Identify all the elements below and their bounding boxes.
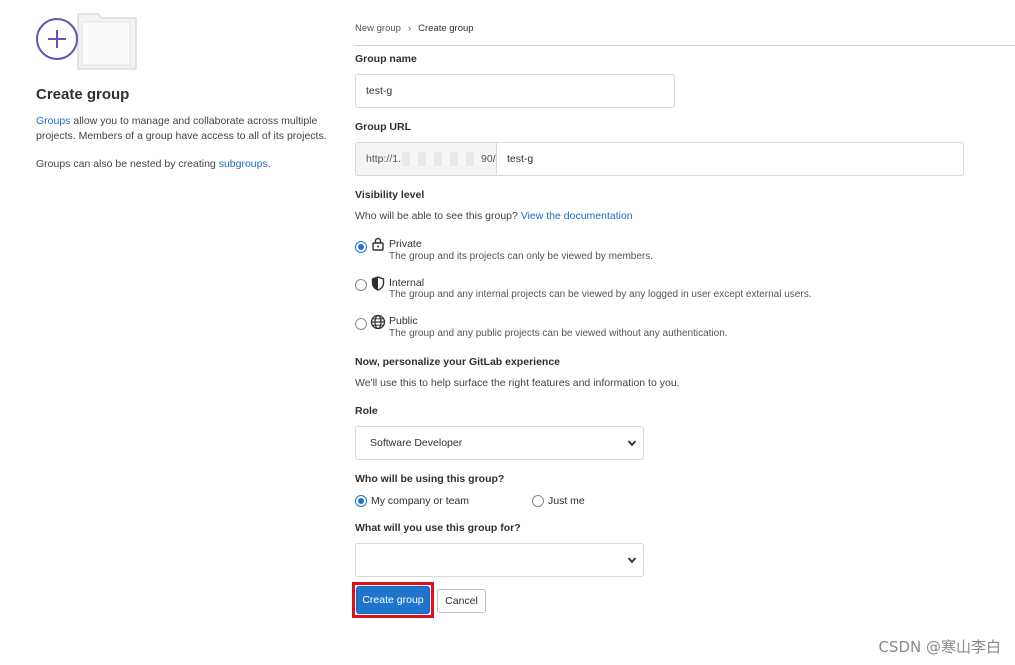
- visibility-internal-radio[interactable]: [355, 279, 367, 291]
- breadcrumb-separator: ›: [407, 23, 412, 34]
- lock-icon: [372, 237, 384, 251]
- group-url-prefix: http://1. 90/: [355, 142, 497, 176]
- visibility-private-radio[interactable]: [355, 241, 367, 253]
- subgroups-link[interactable]: subgroups: [219, 158, 268, 170]
- who-just-me-label: Just me: [548, 495, 585, 507]
- breadcrumb-divider: [355, 45, 1015, 46]
- url-prefix-start: http://1.: [366, 153, 402, 165]
- visibility-public-radio[interactable]: [355, 318, 367, 330]
- subgroups-description-text: Groups can also be nested by creating: [36, 158, 219, 170]
- globe-icon: [370, 314, 386, 330]
- visibility-label: Visibility level: [355, 189, 425, 201]
- page-title: Create group: [36, 86, 130, 103]
- role-select[interactable]: Software Developer: [355, 426, 644, 460]
- visibility-internal-desc: The group and any internal projects can …: [389, 289, 812, 300]
- visibility-help-text: Who will be able to see this group?: [355, 210, 521, 222]
- groups-description: Groups allow you to manage and collabora…: [36, 114, 336, 144]
- url-prefix-end: 90/: [481, 153, 496, 165]
- visibility-docs-link[interactable]: View the documentation: [521, 210, 633, 222]
- create-group-button[interactable]: Create group: [356, 586, 430, 614]
- group-url-slug-value: test-g: [507, 153, 534, 165]
- visibility-help: Who will be able to see this group? View…: [355, 210, 633, 222]
- who-company-label: My company or team: [371, 495, 470, 507]
- visibility-private-desc: The group and its projects can only be v…: [389, 251, 654, 262]
- breadcrumb-new-group[interactable]: New group: [355, 23, 401, 34]
- folder-plus-icon: [36, 13, 137, 70]
- subgroups-description-end: .: [267, 158, 271, 170]
- personalize-title: Now, personalize your GitLab experience: [355, 356, 561, 368]
- personalize-help: We'll use this to help surface the right…: [355, 377, 680, 389]
- watermark: CSDN @寒山李白: [878, 638, 1001, 656]
- use-select[interactable]: [355, 543, 644, 577]
- groups-description-text: allow you to manage and collaborate acro…: [36, 115, 327, 142]
- shield-icon: [371, 276, 385, 291]
- use-label: What will you use this group for?: [355, 522, 521, 534]
- who-just-me-radio[interactable]: [532, 495, 544, 507]
- chevron-down-icon: [627, 557, 637, 564]
- group-name-input[interactable]: test-g: [355, 74, 675, 108]
- chevron-down-icon: [627, 440, 637, 447]
- group-name-value: test-g: [366, 85, 393, 97]
- subgroups-description: Groups can also be nested by creating su…: [36, 157, 336, 172]
- cancel-button[interactable]: Cancel: [437, 589, 486, 613]
- visibility-internal-title: Internal: [389, 277, 425, 289]
- visibility-public-title: Public: [389, 315, 418, 327]
- breadcrumb-current: Create group: [418, 23, 474, 34]
- group-url-label: Group URL: [355, 121, 411, 133]
- groups-link[interactable]: Groups: [36, 115, 70, 127]
- who-company-radio[interactable]: [355, 495, 367, 507]
- who-label: Who will be using this group?: [355, 473, 505, 485]
- role-select-value: Software Developer: [370, 437, 463, 449]
- breadcrumb: New group › Create group: [355, 23, 474, 34]
- group-name-label: Group name: [355, 53, 417, 65]
- url-redacted: [402, 152, 481, 166]
- role-label: Role: [355, 405, 378, 417]
- group-url-slug-input[interactable]: test-g: [496, 142, 964, 176]
- visibility-private-title: Private: [389, 238, 422, 250]
- visibility-public-desc: The group and any public projects can be…: [389, 328, 728, 339]
- create-group-illustration: [36, 12, 138, 72]
